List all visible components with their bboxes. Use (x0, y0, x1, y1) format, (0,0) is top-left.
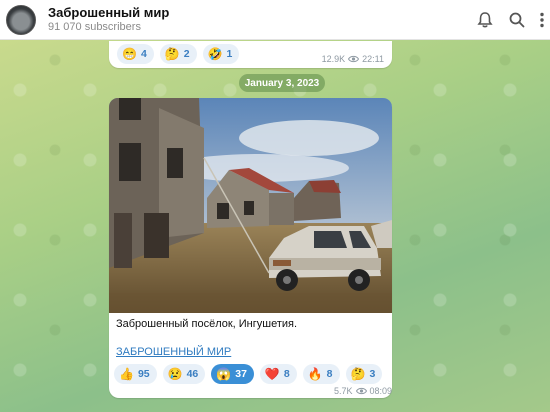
view-count: 5.7K (334, 386, 353, 396)
post-caption: Заброшенный посёлок, Ингушетия. (116, 318, 298, 330)
eye-icon (348, 55, 360, 63)
message-time: 22:11 (362, 54, 384, 64)
reaction-button[interactable]: ❤️ 8 (259, 364, 297, 384)
reaction-button[interactable]: 🤔 2 (159, 44, 197, 64)
reaction-button[interactable]: 😢 46 (162, 364, 206, 384)
view-count: 12.9K (321, 54, 346, 64)
reaction-count: 8 (326, 368, 333, 380)
reaction-count: 37 (235, 368, 247, 380)
reaction-count: 3 (369, 368, 376, 380)
rofl-emoji-icon: 🤣 (207, 47, 223, 61)
reaction-button[interactable]: 😁 4 (117, 44, 154, 64)
reaction-count: 2 (183, 48, 190, 60)
reaction-button[interactable]: 👍 95 (114, 364, 157, 384)
grin-emoji-icon: 😁 (122, 47, 137, 61)
previous-message-meta: 12.9K 22:11 (322, 54, 384, 64)
thinking-emoji-icon: 🤔 (164, 47, 180, 61)
reaction-button-selected[interactable]: 😱 37 (211, 364, 254, 384)
reaction-button[interactable]: 🤔 3 (345, 364, 383, 384)
subscriber-count: 91 070 subscribers (48, 20, 141, 33)
post-reactions: 👍 95 😢 46 😱 37 ❤️ 8 🔥 8 🤔 3 (114, 364, 383, 384)
reaction-count: 46 (186, 368, 199, 380)
reaction-count: 1 (226, 48, 233, 60)
bell-icon[interactable] (475, 10, 495, 30)
reaction-count: 95 (137, 368, 150, 380)
previous-message-bubble: 😁 4 🤔 2 🤣 1 12.9K 22:11 (109, 41, 392, 68)
reaction-count: 4 (140, 48, 147, 60)
channel-title: Заброшенный мир (48, 5, 170, 21)
channel-avatar[interactable] (6, 4, 36, 35)
search-icon[interactable] (507, 10, 527, 30)
thumbs-up-emoji-icon: 👍 (119, 367, 134, 381)
chat-header: Заброшенный мир 91 070 subscribers (0, 0, 550, 40)
more-vertical-icon[interactable] (532, 10, 550, 30)
heart-emoji-icon: ❤️ (264, 367, 280, 381)
post-meta: 5.7K 08:09 (334, 386, 392, 396)
channel-link[interactable]: ЗАБРОШЕННЫЙ МИР (116, 346, 231, 358)
crying-emoji-icon: 😢 (167, 367, 183, 381)
previous-reactions: 😁 4 🤔 2 🤣 1 (117, 44, 240, 64)
abandoned-village-image (109, 98, 392, 313)
scream-emoji-icon: 😱 (216, 367, 232, 381)
reaction-button[interactable]: 🔥 8 (302, 364, 340, 384)
fire-emoji-icon: 🔥 (307, 367, 323, 381)
eye-icon (355, 387, 367, 395)
reaction-count: 8 (283, 368, 290, 380)
post-photo[interactable] (109, 98, 392, 313)
thinking-emoji-icon: 🤔 (350, 367, 366, 381)
reaction-button[interactable]: 🤣 1 (202, 44, 240, 64)
channel-info[interactable]: Заброшенный мир 91 070 subscribers (48, 5, 169, 34)
message-time: 08:09 (369, 386, 393, 396)
date-separator: January 3, 2023 (239, 74, 325, 92)
